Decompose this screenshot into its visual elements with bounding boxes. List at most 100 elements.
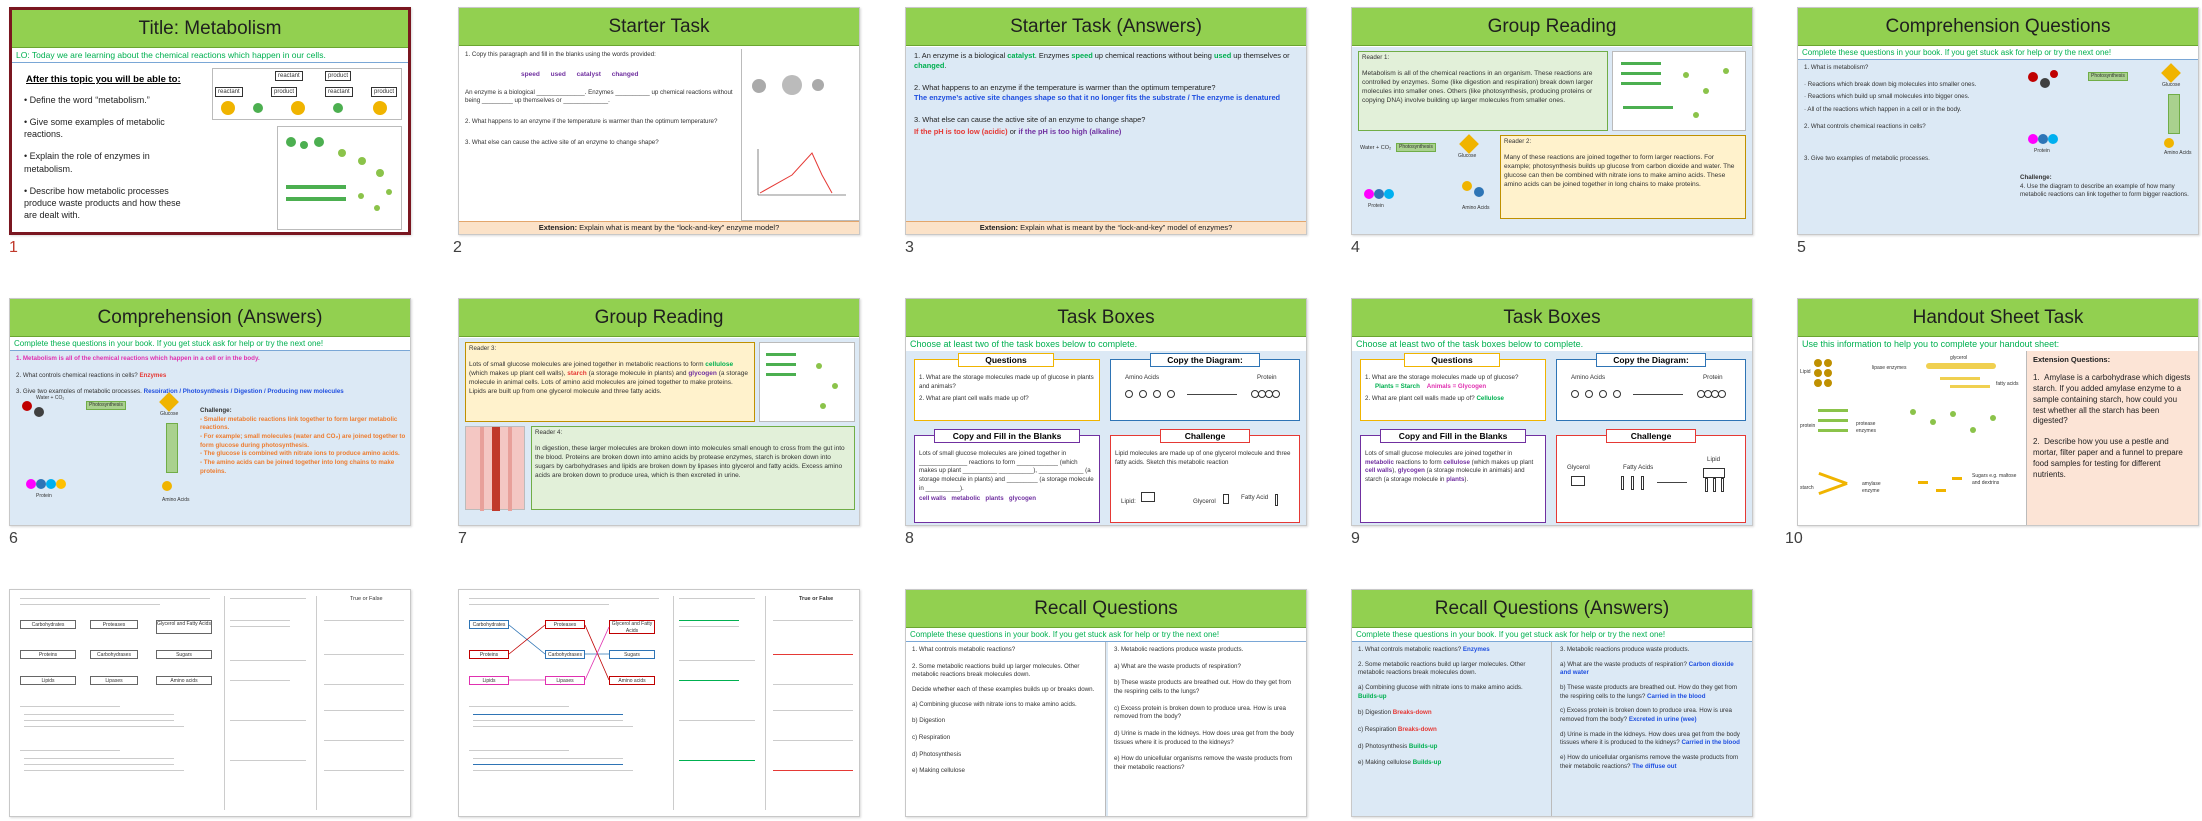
slide-8[interactable]: Task Boxes Choose at least two of the ta… — [905, 298, 1307, 526]
instructions: Use this information to help you to comp… — [1798, 337, 2198, 352]
slide-thumbnail-5[interactable]: Comprehension Questions Complete these q… — [1797, 7, 2199, 256]
answer-2: 2. What controls chemical reactions in c… — [16, 371, 167, 379]
slide-title: Handout Sheet Task — [1798, 299, 2198, 337]
slide-14[interactable]: Recall Questions (Answers) Complete thes… — [1351, 589, 1753, 817]
reader-1-text: Metabolism is all of the chemical reacti… — [1362, 69, 1593, 105]
matching-lines — [508, 624, 610, 681]
answer-2c: c) Respiration Breaks-down — [1358, 726, 1437, 734]
question-3: 3. What else can cause the active site o… — [465, 138, 659, 146]
instructions: Complete these questions in your book. I… — [1798, 46, 2198, 60]
challenge-box: Lipid molecules are made up of one glyce… — [1110, 435, 1300, 523]
slide-thumbnail-13[interactable]: Recall Questions Complete these question… — [905, 589, 1307, 821]
slide-title: Comprehension Questions — [1798, 8, 2198, 46]
slide-thumbnail-10[interactable]: Handout Sheet Task Use this information … — [1785, 298, 2199, 547]
answer-3a: a) What are the waste products of respir… — [1560, 660, 1734, 677]
slide-thumbnail-14[interactable]: Recall Questions (Answers) Complete thes… — [1351, 589, 1753, 821]
slide-13[interactable]: Recall Questions Complete these question… — [905, 589, 1307, 817]
slide-thumbnail-2[interactable]: Starter Task 1. Copy this paragraph and … — [453, 7, 860, 256]
slide-thumbnail-6[interactable]: Comprehension (Answers) Complete these q… — [9, 298, 411, 547]
slide-thumbnail-11[interactable]: Carbohydrates Proteases Glycerol and Fat… — [9, 589, 411, 821]
fill-blanks-answer: Lots of small glucose molecules are join… — [1365, 450, 1534, 484]
slide-title: Starter Task (Answers) — [906, 8, 1306, 46]
slide-thumbnail-4[interactable]: Group Reading Reader 1: Metabolism is al… — [1351, 7, 1753, 256]
fill-blanks-box: Lots of small glucose molecules are join… — [1360, 435, 1546, 523]
challenge-answer-4: - The amino acids can be joined together… — [200, 459, 395, 475]
reader-3-box: Reader 3: Lots of small glucose molecule… — [465, 342, 755, 422]
temperature-graph — [757, 149, 846, 196]
molecules-image — [277, 126, 402, 230]
answer-1: 1. An enzyme is a biological catalyst. E… — [914, 51, 1290, 70]
metabolism-diagram: Photosynthesis Glucose Protein Amino Aci… — [2018, 63, 2194, 164]
question-2: 2. What are plant cell walls made up of? — [919, 395, 1029, 403]
able-heading: After this topic you will be able to: — [26, 74, 181, 85]
answer-2b: b) Digestion Breaks-down — [1358, 709, 1432, 717]
slide-thumbnail-3[interactable]: Starter Task (Answers) 1. An enzyme is a… — [905, 7, 1307, 256]
substrate-shape — [333, 103, 343, 113]
bullet-4: • Describe how metabolic processes produ… — [24, 185, 181, 220]
enzyme-shape — [291, 101, 305, 115]
extension-heading: Extension Questions: — [2033, 355, 2111, 364]
extension-questions-panel: Extension Questions: 1. Amylase is a car… — [2026, 351, 2198, 525]
instructions: Choose at least two of the task boxes be… — [906, 337, 1306, 352]
instructions: Choose at least two of the task boxes be… — [1352, 337, 1752, 352]
question-2: 2. What happens to an enzyme if the temp… — [465, 118, 718, 126]
reader-2-text: Many of these reactions are joined toget… — [1504, 153, 1735, 189]
slide-thumbnail-12[interactable]: Carbohydrates Proteases Glycerol and Fat… — [458, 589, 860, 821]
enzyme-shape — [221, 101, 235, 115]
copy-diagram-box: Amino Acids Protein — [1110, 359, 1300, 421]
slide-3[interactable]: Starter Task (Answers) 1. An enzyme is a… — [905, 7, 1307, 235]
slide-sorter: Title: Metabolism LO: Today we are learn… — [0, 0, 2202, 821]
slide-4[interactable]: Group Reading Reader 1: Metabolism is al… — [1351, 7, 1753, 235]
answer-1: 1. Metabolism is all of the chemical rea… — [16, 355, 260, 362]
question-3: 3. Metabolic reactions produce waste pro… — [1114, 646, 1244, 653]
questions-header: Questions — [1404, 353, 1500, 367]
enzyme-images — [741, 49, 859, 221]
reaction-diagram: reactant reactant product product reacta… — [212, 68, 402, 120]
reader-3-label: Reader 3: — [469, 345, 497, 352]
answer-3c: c) Excess protein is broken down to prod… — [1560, 707, 1732, 724]
learning-objective: LO: Today we are learning about the chem… — [12, 48, 408, 63]
question-1: 1. Copy this paragraph and fill in the b… — [465, 51, 656, 58]
questions-box: 1. What are the storage molecules made u… — [914, 359, 1100, 421]
slide-9[interactable]: Task Boxes Choose at least two of the ta… — [1351, 298, 1753, 526]
slide-thumbnail-1[interactable]: Title: Metabolism LO: Today we are learn… — [9, 7, 411, 256]
metabolism-diagram: Water + CO₂ Photosynthesis Glucose Prote… — [16, 392, 192, 513]
reader-4-text: In digestion, these larger molecules are… — [535, 444, 845, 479]
slide-6[interactable]: Comprehension (Answers) Complete these q… — [9, 298, 411, 526]
slide-number: 8 — [905, 530, 914, 547]
question-3: 3. What else can cause the active site o… — [914, 114, 1146, 124]
challenge-answer-2: - For example; small molecules (water an… — [200, 433, 406, 449]
slide-number: 1 — [9, 239, 18, 256]
questions-box: 1. What are the storage molecules made u… — [1360, 359, 1546, 421]
instructions: Complete these questions in your book. I… — [906, 628, 1306, 642]
answer-2a: a) Combining glucose with nitrate ions t… — [1358, 684, 1523, 700]
bullet-3: • Explain the role of enzymes in metabol… — [24, 151, 150, 174]
bullet-2: • Give some examples of metabolic reacti… — [24, 117, 165, 140]
word-bank: speed used catalyst changed — [521, 70, 639, 78]
slide-12[interactable]: Carbohydrates Proteases Glycerol and Fat… — [458, 589, 860, 817]
fill-blanks-box: Lots of small glucose molecules are join… — [914, 435, 1100, 523]
slide-number: 9 — [1351, 530, 1360, 547]
slide-thumbnail-9[interactable]: Task Boxes Choose at least two of the ta… — [1351, 298, 1753, 547]
slide-title: Task Boxes — [906, 299, 1306, 337]
extension-bar: Extension: Explain what is meant by the … — [906, 221, 1306, 234]
slide-7[interactable]: Group Reading Reader 3: Lots of small gl… — [458, 298, 860, 526]
slide-1[interactable]: Title: Metabolism LO: Today we are learn… — [9, 7, 411, 235]
questions-header: Questions — [958, 353, 1054, 367]
reader-1-label: Reader 1: — [1362, 54, 1390, 61]
copy-diagram-box: Amino Acids Protein — [1556, 359, 1746, 421]
slide-2[interactable]: Starter Task 1. Copy this paragraph and … — [458, 7, 860, 235]
slide-5[interactable]: Comprehension Questions Complete these q… — [1797, 7, 2199, 235]
challenge-text: 4. Use the diagram to describe an exampl… — [2020, 182, 2189, 199]
slide-thumbnail-7[interactable]: Group Reading Reader 3: Lots of small gl… — [458, 298, 860, 547]
question-3: 3. Give two examples of metabolic proces… — [1804, 155, 1930, 163]
slide-thumbnail-8[interactable]: Task Boxes Choose at least two of the ta… — [905, 298, 1307, 547]
question-2: 2. What controls chemical reactions in c… — [1804, 122, 1926, 130]
slide-11[interactable]: Carbohydrates Proteases Glycerol and Fat… — [9, 589, 411, 817]
molecules-image — [759, 342, 855, 422]
answer-3e: e) How do unicellular organisms remove t… — [1560, 754, 1739, 770]
question-1: 1. What are the storage molecules made u… — [919, 374, 1094, 390]
copy-diagram-header: Copy the Diagram: — [1150, 353, 1260, 367]
challenge-header: Challenge — [1606, 429, 1696, 443]
slide-10[interactable]: Handout Sheet Task Use this information … — [1797, 298, 2199, 526]
